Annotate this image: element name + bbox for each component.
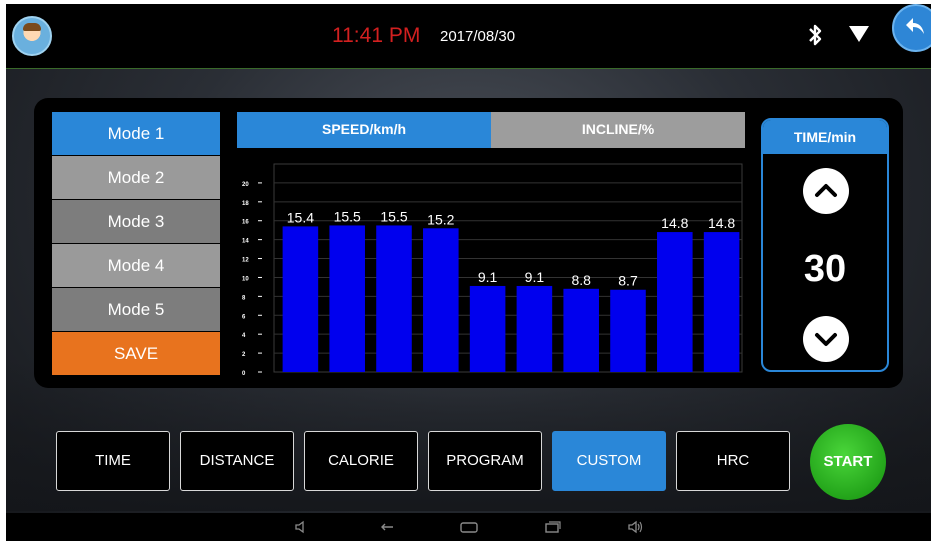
status-bar: 11:41 PM 2017/08/30 bbox=[6, 4, 931, 69]
y-tick-label: 20 bbox=[242, 182, 249, 188]
mode-5-button[interactable]: Mode 5 bbox=[52, 288, 220, 332]
back-arrow-icon bbox=[906, 18, 924, 34]
tab-incline[interactable]: INCLINE/% bbox=[491, 112, 745, 148]
bar-value-label: 15.4 bbox=[287, 209, 314, 225]
mode-list: Mode 1 Mode 2 Mode 3 Mode 4 Mode 5 SAVE bbox=[52, 112, 220, 376]
treadmill-screen: 11:41 PM 2017/08/30 Mode 1 Mode 2 Mode 3… bbox=[6, 4, 931, 541]
y-tick-label: 12 bbox=[242, 258, 249, 264]
speed-bar bbox=[516, 285, 553, 372]
clock: 11:41 PM bbox=[332, 24, 421, 47]
mode-1-button[interactable]: Mode 1 bbox=[52, 112, 220, 156]
custom-program-button[interactable]: CUSTOM bbox=[552, 431, 666, 491]
program-panel: Mode 1 Mode 2 Mode 3 Mode 4 Mode 5 SAVE … bbox=[34, 98, 903, 388]
bar-value-label: 9.1 bbox=[525, 269, 545, 285]
bar-value-label: 15.5 bbox=[334, 208, 361, 224]
y-tick-label: 16 bbox=[242, 220, 249, 226]
time-program-button[interactable]: TIME bbox=[56, 431, 170, 491]
time-decrease-button[interactable] bbox=[803, 316, 849, 362]
home-nav-icon[interactable] bbox=[459, 519, 479, 535]
distance-program-button[interactable]: DISTANCE bbox=[180, 431, 294, 491]
mode-3-button[interactable]: Mode 3 bbox=[52, 200, 220, 244]
speed-bar bbox=[563, 288, 599, 372]
save-button[interactable]: SAVE bbox=[52, 332, 220, 376]
bar-value-label: 15.5 bbox=[380, 208, 407, 224]
back-button[interactable] bbox=[892, 4, 931, 52]
speed-bar bbox=[329, 225, 365, 372]
y-tick-label: 4 bbox=[242, 333, 246, 339]
recent-apps-icon[interactable] bbox=[544, 519, 562, 535]
speed-bar bbox=[423, 228, 459, 372]
y-tick-label: 10 bbox=[242, 276, 249, 282]
bar-value-label: 14.8 bbox=[661, 215, 688, 231]
chart-tabs: SPEED/km/h INCLINE/% bbox=[237, 112, 745, 148]
time-panel-title: TIME/min bbox=[763, 120, 887, 154]
calorie-program-button[interactable]: CALORIE bbox=[304, 431, 418, 491]
y-tick-label: 8 bbox=[242, 295, 246, 301]
mode-4-button[interactable]: Mode 4 bbox=[52, 244, 220, 288]
user-avatar[interactable] bbox=[12, 16, 52, 56]
bar-value-label: 8.7 bbox=[618, 273, 638, 289]
start-button[interactable]: START bbox=[810, 424, 886, 500]
bar-value-label: 8.8 bbox=[571, 272, 591, 288]
hrc-program-button[interactable]: HRC bbox=[676, 431, 790, 491]
speed-bar bbox=[469, 285, 506, 372]
mode-2-button[interactable]: Mode 2 bbox=[52, 156, 220, 200]
program-button[interactable]: PROGRAM bbox=[428, 431, 542, 491]
speed-bar-chart[interactable]: 0 2 4 6 8 10 12 14 16 18 20 15.4 15.5 15.5 15.2 9.1 9.1 8… bbox=[234, 158, 754, 380]
bar-value-label: 9.1 bbox=[478, 269, 498, 285]
volume-down-icon[interactable] bbox=[294, 519, 310, 535]
wifi-icon bbox=[849, 26, 869, 42]
date: 2017/08/30 bbox=[440, 28, 516, 45]
tab-speed[interactable]: SPEED/km/h bbox=[237, 112, 491, 148]
chevron-up-icon bbox=[815, 184, 837, 197]
speed-bar bbox=[657, 232, 693, 372]
time-panel: TIME/min 30 bbox=[761, 118, 889, 372]
bluetooth-icon bbox=[809, 24, 822, 46]
chevron-down-icon bbox=[815, 333, 837, 346]
y-tick-label: 6 bbox=[242, 314, 246, 320]
bar-value-label: 14.8 bbox=[708, 215, 735, 231]
bar-value-label: 15.2 bbox=[427, 211, 454, 227]
speed-bar bbox=[376, 225, 412, 372]
y-tick-label: 2 bbox=[242, 352, 246, 358]
y-tick-label: 0 bbox=[242, 371, 246, 377]
speed-bar bbox=[282, 226, 319, 372]
y-tick-label: 18 bbox=[242, 201, 249, 207]
back-nav-icon[interactable] bbox=[379, 519, 397, 535]
speed-bar bbox=[703, 232, 740, 372]
time-increase-button[interactable] bbox=[803, 168, 849, 214]
speed-bar bbox=[610, 289, 646, 372]
android-nav-bar bbox=[6, 513, 931, 541]
volume-up-icon[interactable] bbox=[627, 519, 645, 535]
time-value: 30 bbox=[803, 248, 847, 290]
y-tick-label: 14 bbox=[242, 239, 249, 245]
